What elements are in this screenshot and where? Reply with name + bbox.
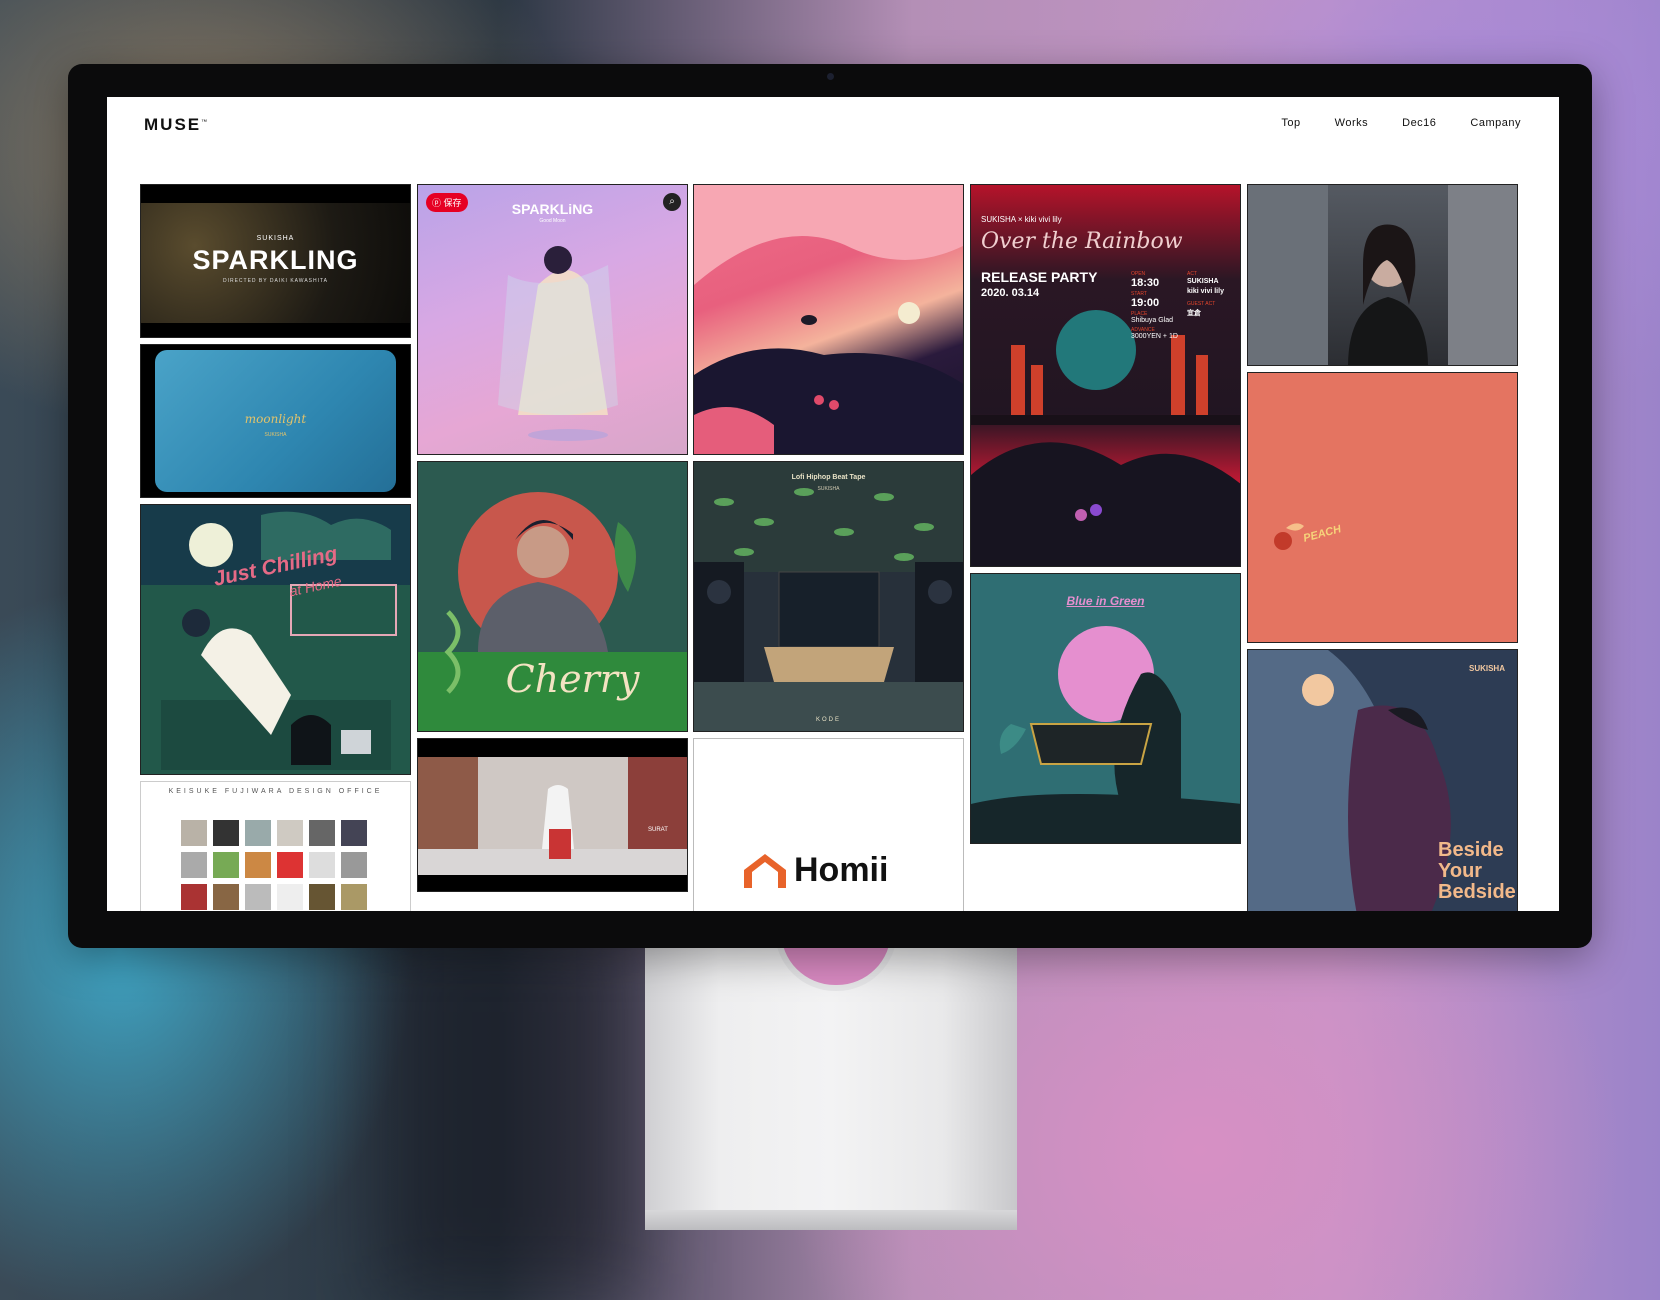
tv-screen: moonlight SUKISHA	[155, 350, 396, 492]
work-title: KEISUKE FUJIWARA DESIGN OFFICE	[168, 788, 383, 795]
work-sparkling-cover[interactable]: ⓟ 保存 ⌕ SPARKLiNG Good Moon	[417, 184, 688, 455]
street-sign: SURAT	[648, 827, 668, 833]
work-beside-your-bedside[interactable]: SUKISHA Beside Your Bedside	[1247, 649, 1518, 911]
illustration	[694, 185, 963, 454]
open-time: 18:30	[1131, 277, 1160, 289]
work-title: Blue in Green	[1066, 594, 1145, 608]
work-title: moonlight	[244, 412, 307, 426]
house-icon	[744, 853, 786, 888]
act-2: kiki vivi lily	[1187, 288, 1224, 295]
main-nav: Top Works Dec16 Campany	[1281, 117, 1521, 129]
work-over-rainbow-art[interactable]	[693, 184, 964, 455]
work-lofi-tape[interactable]: Lofi Hiphop Beat Tape SUKISHA KODE	[693, 461, 964, 732]
illustration	[1274, 523, 1304, 550]
site-logo[interactable]: MUSE™	[144, 115, 209, 135]
poster-title: RELEASE PARTY	[981, 269, 1098, 285]
camera-icon	[827, 73, 834, 80]
work-sparkling-video[interactable]: SUKISHA SPARKLING DIRECTED BY DAIKI KAWA…	[140, 184, 411, 338]
nav-works[interactable]: Works	[1335, 117, 1368, 129]
work-credit: DIRECTED BY DAIKI KAWASHITA	[222, 278, 329, 284]
poster-date: 2020. 03.14	[981, 287, 1040, 299]
nav-campany[interactable]: Campany	[1470, 117, 1521, 129]
work-artist: SUKISHA	[256, 235, 295, 242]
start-time: 19:00	[1131, 297, 1160, 309]
act-label: ACT	[1187, 271, 1197, 277]
illustration	[694, 462, 963, 731]
homii-logo: Homii	[744, 851, 888, 890]
work-homii[interactable]: Homii	[693, 738, 964, 911]
work-peach[interactable]: PEACH	[1247, 372, 1518, 643]
work-blue-in-green[interactable]: Blue in Green	[970, 573, 1241, 844]
advance: 3000YEN + 1D	[1131, 333, 1178, 340]
photo-grid	[181, 820, 367, 910]
work-artist: SUKISHA	[264, 432, 287, 438]
illustration	[498, 246, 618, 441]
work-release-party[interactable]: SUKISHA × kiki vivi lily Over the Rainbo…	[970, 184, 1241, 567]
guest-label: GUEST ACT	[1187, 301, 1216, 307]
work-title: Cherry	[505, 657, 640, 701]
photo	[1248, 185, 1517, 365]
video-still	[418, 757, 687, 875]
act-1: SUKISHA	[1187, 278, 1219, 285]
poster-script: Over the Rainbow	[981, 229, 1183, 254]
work-moonlight[interactable]: moonlight SUKISHA	[140, 344, 411, 498]
guest: 宜倉	[1187, 310, 1201, 317]
background-blur	[380, 920, 640, 1300]
work-artist: SUKISHA	[817, 486, 840, 492]
work-title: Beside Your Bedside	[1438, 839, 1516, 903]
work-title: SPARKLING	[192, 245, 359, 275]
work-cherry[interactable]: Cherry	[417, 461, 688, 732]
poster-header: SUKISHA × kiki vivi lily	[981, 215, 1062, 224]
work-title: Lofi Hiphop Beat Tape	[791, 474, 866, 481]
work-just-chilling[interactable]: Just Chilling at Home	[140, 504, 411, 775]
nav-dec16[interactable]: Dec16	[1402, 117, 1436, 129]
place: Shibuya Glad	[1131, 317, 1174, 324]
work-footer: KODE	[815, 717, 841, 723]
homii-wordmark: Homii	[794, 851, 889, 889]
work-design-office[interactable]: KEISUKE FUJIWARA DESIGN OFFICE	[140, 781, 411, 911]
website-screen: MUSE™ Top Works Dec16 Campany SUKISHA SP…	[107, 97, 1559, 911]
nav-top[interactable]: Top	[1281, 117, 1300, 129]
work-street-video[interactable]: SURAT	[417, 738, 688, 892]
work-artist: SUKISHA	[1468, 664, 1505, 673]
illustration	[971, 626, 1240, 843]
work-portrait[interactable]	[1247, 184, 1518, 366]
